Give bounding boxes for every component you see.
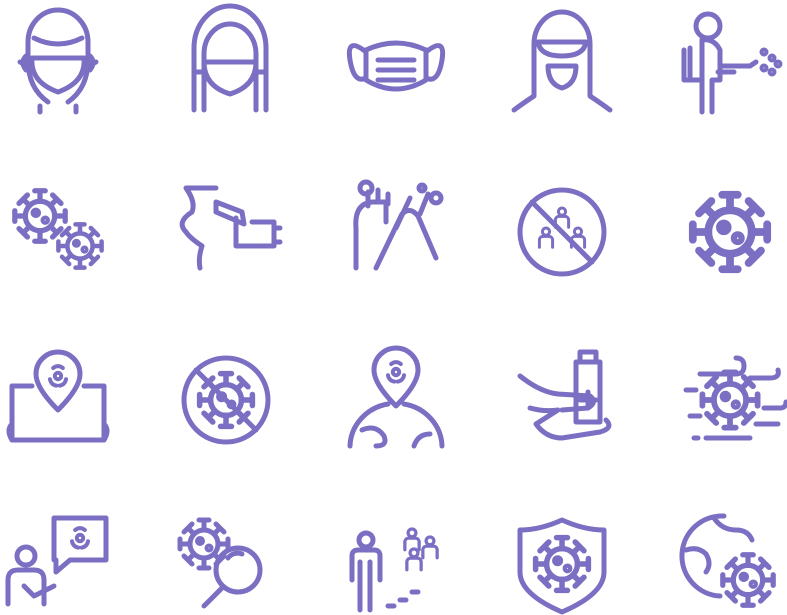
no-virus-icon [181,355,271,445]
hand-washing-icon [353,179,444,271]
disinfection-sprayer-icon [681,11,783,115]
outbreak-map-icon [6,349,110,443]
man-face-mask-icon [17,7,99,115]
airborne-virus-icon [683,355,787,441]
coronavirus-icon [693,195,767,269]
consultation-biohazard-icon [5,515,109,607]
global-outbreak-pin-icon [347,345,445,449]
global-pandemic-icon [679,513,773,605]
virus-search-icon [180,520,263,609]
hand-sanitizer-icon [517,349,612,441]
virus-shield-icon [517,517,607,615]
icon-sheet [5,3,787,615]
icon-grid [5,3,787,615]
virus-cluster-icon [15,191,102,268]
surgical-mask-icon [346,40,446,92]
temperature-check-icon [179,185,283,271]
no-crowd-icon [517,187,607,277]
social-distancing-icon [349,527,439,613]
hazmat-hood-icon [511,9,613,113]
woman-face-mask-icon [191,3,269,113]
